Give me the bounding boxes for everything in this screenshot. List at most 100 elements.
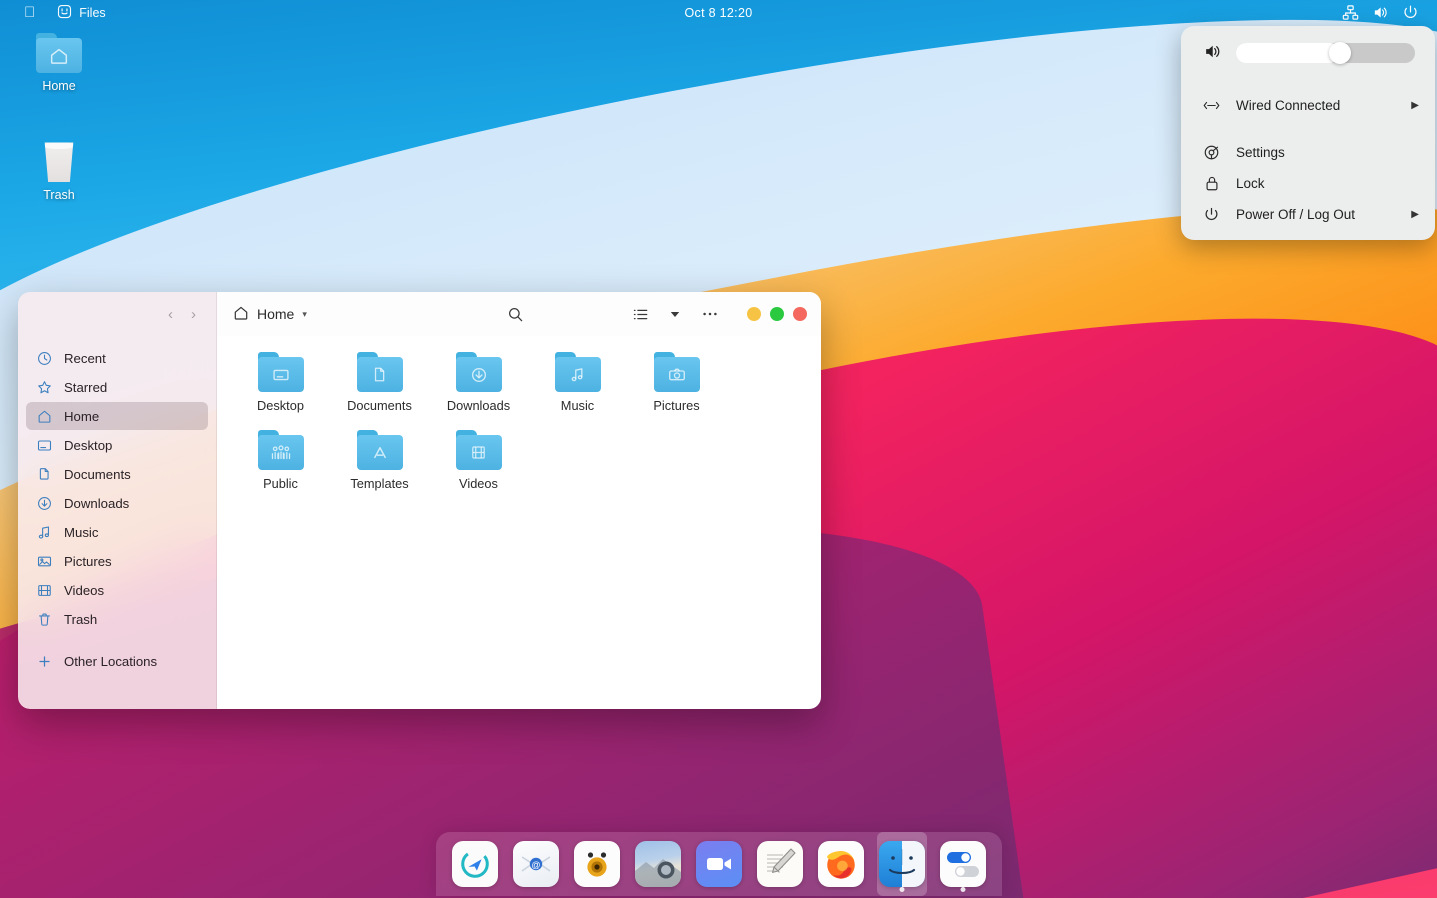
- file-item-downloads[interactable]: Downloads: [429, 346, 528, 424]
- files-window[interactable]: ‹ › Recent Starred Home Desktop Document…: [18, 292, 821, 709]
- dock-item-audio-recorder[interactable]: [572, 832, 622, 896]
- folder-icon: [455, 352, 502, 392]
- view-dropdown-icon[interactable]: [663, 305, 687, 323]
- pictures-icon: [36, 553, 52, 569]
- sidebar-item-videos[interactable]: Videos: [26, 576, 208, 604]
- volume-slider-fill: [1236, 43, 1340, 63]
- sidebar-item-label: Recent: [64, 350, 106, 366]
- folder-icon: [257, 430, 304, 470]
- sidebar-item-starred[interactable]: Starred: [26, 373, 208, 401]
- desktop-icon-home[interactable]: Home: [11, 33, 107, 93]
- file-item-videos[interactable]: Videos: [429, 424, 528, 502]
- network-wired-icon[interactable]: [1342, 4, 1359, 21]
- folder-icon: [356, 352, 403, 392]
- sidebar-item-label: Music: [64, 524, 99, 540]
- volume-slider-knob[interactable]: [1329, 42, 1352, 64]
- templates-emblem-icon: [357, 435, 403, 470]
- sidebar-item-home[interactable]: Home: [26, 402, 208, 430]
- close-button[interactable]: [793, 307, 807, 321]
- home-folder-icon: [36, 33, 82, 73]
- file-name: Music: [560, 398, 595, 413]
- more-menu-icon[interactable]: [695, 302, 725, 326]
- remote-desktop-icon: [451, 841, 498, 887]
- chevron-down-icon[interactable]: ▾: [302, 309, 307, 320]
- sidebar-item-other-locations[interactable]: Other Locations: [26, 647, 208, 675]
- dock-item-mail[interactable]: @: [511, 832, 561, 896]
- sidebar: ‹ › Recent Starred Home Desktop Document…: [18, 292, 217, 709]
- sidebar-item-music[interactable]: Music: [26, 518, 208, 546]
- minimize-button[interactable]: [747, 307, 761, 321]
- list-view-icon[interactable]: [626, 303, 655, 326]
- system-menu-item-label: Power Off / Log Out: [1236, 207, 1356, 222]
- maximize-button[interactable]: [770, 307, 784, 321]
- file-grid: Desktop Documents Downloads Music Pictur…: [217, 336, 821, 709]
- path-bar[interactable]: Home ▾: [233, 305, 307, 324]
- volume-icon[interactable]: [1372, 4, 1389, 21]
- back-button[interactable]: ‹: [164, 305, 177, 324]
- file-item-templates[interactable]: Templates: [330, 424, 429, 502]
- dock-item-remmina[interactable]: [450, 832, 500, 896]
- app-menu-files[interactable]: Files: [47, 2, 115, 23]
- file-item-desktop[interactable]: Desktop: [231, 346, 330, 424]
- desktop[interactable]:  Files Oct 8 12:20: [0, 0, 1437, 898]
- file-name: Documents: [347, 398, 412, 413]
- clock: Oct 8 12:20: [684, 5, 753, 20]
- dock-item-settings[interactable]: [938, 832, 988, 896]
- dock-item-photos[interactable]: [633, 832, 683, 896]
- sidebar-item-recent[interactable]: Recent: [26, 344, 208, 372]
- sidebar-item-label: Trash: [64, 611, 98, 627]
- menu-separator: [1181, 120, 1435, 137]
- camera-emblem-icon: [654, 357, 700, 392]
- sidebar-item-trash[interactable]: Trash: [26, 605, 208, 633]
- forward-button[interactable]: ›: [187, 305, 200, 324]
- mail-icon: @: [512, 841, 559, 887]
- system-menu[interactable]: Wired Connected ▶ Settings Lock Power Of…: [1181, 26, 1435, 240]
- firefox-icon: [817, 841, 864, 887]
- trash-icon: [36, 611, 52, 627]
- gear-icon: [1203, 144, 1220, 161]
- finder-icon: [878, 841, 925, 887]
- running-indicator: [960, 887, 965, 892]
- top-bar:  Files Oct 8 12:20: [0, 0, 1437, 25]
- file-item-public[interactable]: Public: [231, 424, 330, 502]
- file-item-pictures[interactable]: Pictures: [627, 346, 726, 424]
- sidebar-item-label: Home: [64, 408, 100, 424]
- file-item-documents[interactable]: Documents: [330, 346, 429, 424]
- sidebar-item-label: Documents: [64, 466, 131, 482]
- file-item-music[interactable]: Music: [528, 346, 627, 424]
- desktop-icon-label: Trash: [43, 188, 75, 202]
- dock-item-video-call[interactable]: [694, 832, 744, 896]
- dock-item-firefox[interactable]: [816, 832, 866, 896]
- system-menu-item-wired[interactable]: Wired Connected ▶: [1181, 91, 1435, 120]
- trash-icon: [44, 142, 74, 182]
- dock-item-files[interactable]: [876, 832, 927, 896]
- power-icon[interactable]: [1402, 4, 1419, 21]
- dock-item-notes[interactable]: [755, 832, 805, 896]
- sidebar-item-documents[interactable]: Documents: [26, 460, 208, 488]
- videos-icon: [36, 582, 52, 598]
- music-emblem-icon: [555, 357, 601, 392]
- sidebar-item-pictures[interactable]: Pictures: [26, 547, 208, 575]
- menu-separator: [1181, 74, 1435, 91]
- chevron-right-icon: ▶: [1411, 209, 1419, 220]
- desktop-icon-trash[interactable]: Trash: [11, 140, 107, 202]
- search-icon[interactable]: [501, 303, 530, 326]
- sidebar-item-label: Other Locations: [64, 653, 158, 669]
- plus-icon: [36, 653, 52, 669]
- lock-icon: [1203, 175, 1220, 192]
- system-menu-item-lock[interactable]: Lock: [1181, 168, 1435, 199]
- system-menu-item-power[interactable]: Power Off / Log Out ▶: [1181, 199, 1435, 230]
- sidebar-item-desktop[interactable]: Desktop: [26, 431, 208, 459]
- apple-logo-icon: : [24, 5, 35, 20]
- home-icon: [36, 408, 52, 424]
- documents-icon: [36, 466, 52, 482]
- system-menu-item-settings[interactable]: Settings: [1181, 137, 1435, 168]
- apple-menu-button[interactable]: : [14, 2, 47, 23]
- sidebar-item-label: Videos: [64, 582, 105, 598]
- file-name: Templates: [350, 476, 409, 491]
- film-emblem-icon: [456, 435, 502, 470]
- desktop-icon-label: Home: [42, 79, 76, 93]
- sidebar-item-downloads[interactable]: Downloads: [26, 489, 208, 517]
- volume-control-row[interactable]: [1181, 38, 1435, 74]
- volume-slider[interactable]: [1236, 42, 1415, 64]
